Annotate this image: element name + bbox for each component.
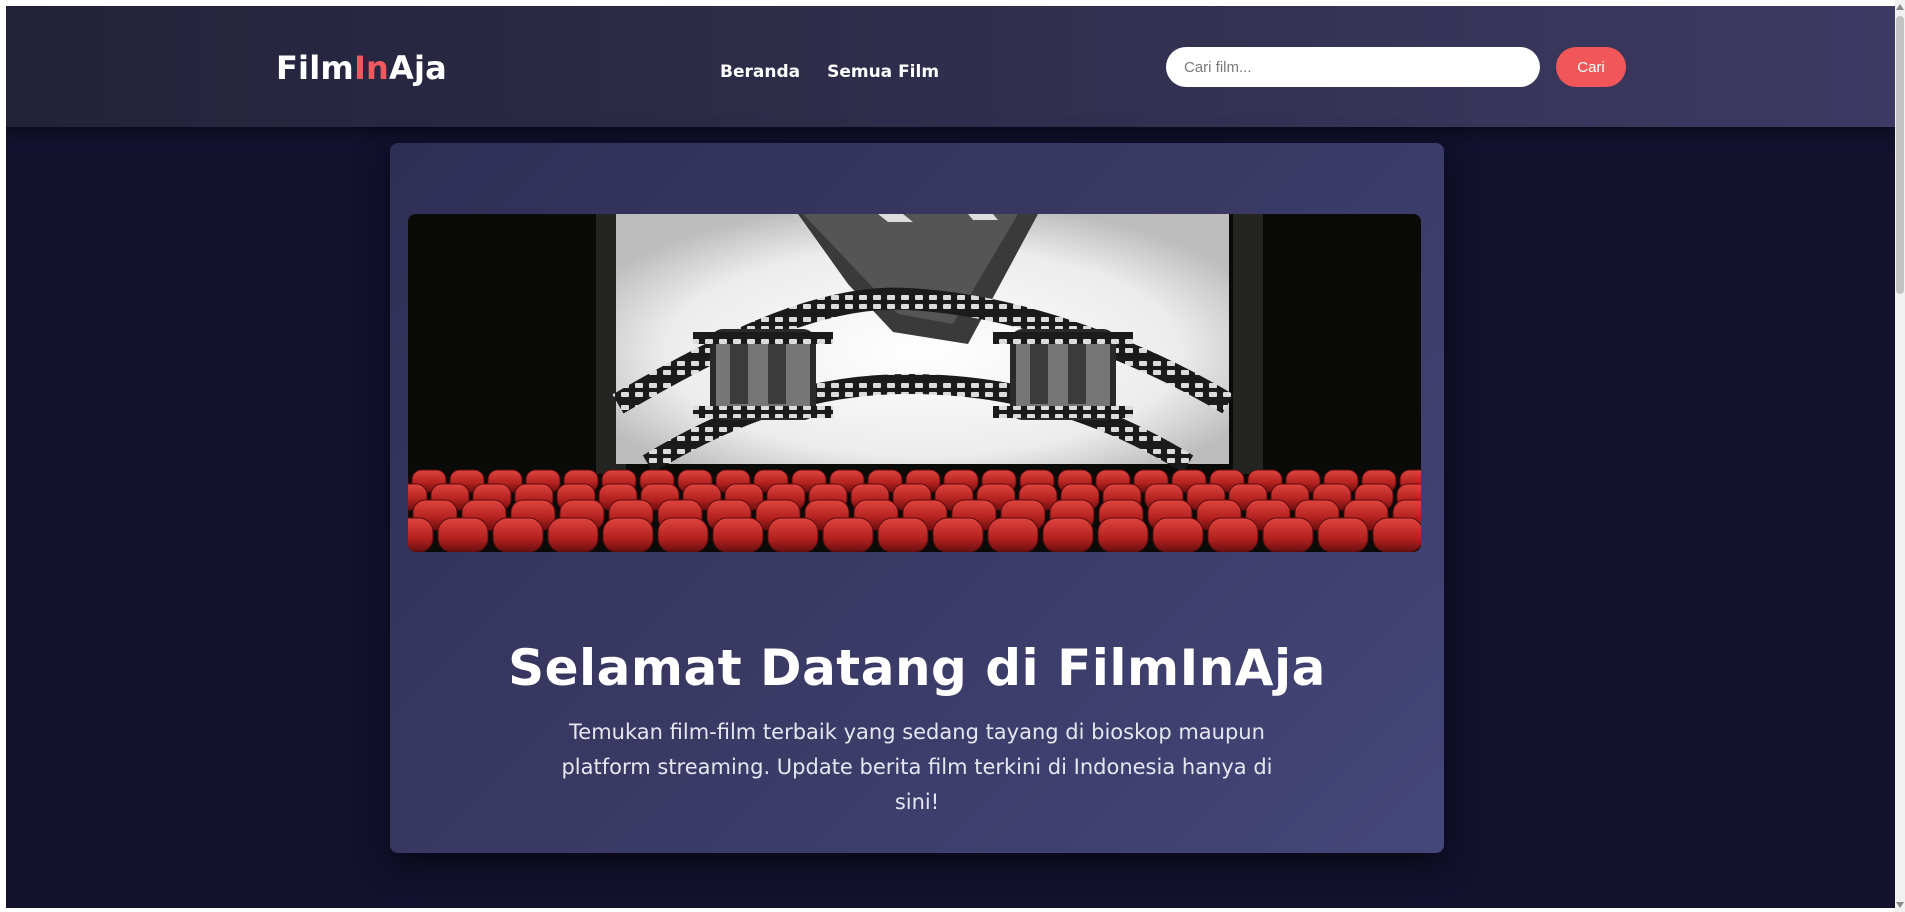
- navbar: FilmInAja Beranda Semua Film Cari: [6, 6, 1895, 127]
- theater-seat: [1372, 517, 1421, 552]
- scroll-up-arrow-icon[interactable]: [1896, 4, 1904, 10]
- theater-seat: [987, 517, 1039, 552]
- theater-seat: [822, 517, 874, 552]
- scrollbar-thumb[interactable]: [1896, 16, 1904, 294]
- theater-seat: [437, 517, 489, 552]
- theater-seat: [492, 517, 544, 552]
- theater-seat: [767, 517, 819, 552]
- theater-seat: [1317, 517, 1369, 552]
- film-reel-left-icon: [693, 329, 833, 420]
- main-nav: Beranda Semua Film: [720, 62, 939, 82]
- search-button[interactable]: Cari: [1556, 47, 1626, 87]
- theater-seats: [408, 469, 1421, 552]
- theater-seat: [657, 517, 709, 552]
- nav-link-semua-film[interactable]: Semua Film: [827, 62, 939, 82]
- scroll-down-arrow-icon[interactable]: [1896, 902, 1904, 908]
- theater-seat: [1097, 517, 1149, 552]
- theater-seat: [408, 517, 434, 552]
- theater-seat: [877, 517, 929, 552]
- nav-link-beranda[interactable]: Beranda: [720, 62, 800, 82]
- hero-image: [408, 214, 1421, 552]
- theater-seat: [1042, 517, 1094, 552]
- page-scrollbar[interactable]: [1895, 0, 1905, 912]
- theater-seat: [1262, 517, 1314, 552]
- hero-description: Temukan film-film terbaik yang sedang ta…: [561, 720, 1273, 814]
- search-input[interactable]: [1166, 47, 1540, 87]
- site-logo[interactable]: FilmInAja: [276, 49, 447, 87]
- theater-seat: [712, 517, 764, 552]
- theater-seat: [1207, 517, 1259, 552]
- theater-seat: [932, 517, 984, 552]
- theater-seat: [602, 517, 654, 552]
- logo-text-in: In: [353, 49, 390, 87]
- cinema-screen-illustration: [408, 214, 1421, 552]
- hero-title: Selamat Datang di FilmInAja: [508, 639, 1326, 697]
- film-reel-right-icon: [993, 329, 1133, 420]
- theater-seat: [1152, 517, 1204, 552]
- theater-seat: [547, 517, 599, 552]
- browser-viewport: FilmInAja Beranda Semua Film Cari film..…: [6, 6, 1895, 908]
- logo-text-aja: Aja: [389, 49, 447, 87]
- hero-card: Selamat Datang di FilmInAja Temukan film…: [390, 143, 1444, 853]
- logo-text-film: Film: [276, 49, 354, 87]
